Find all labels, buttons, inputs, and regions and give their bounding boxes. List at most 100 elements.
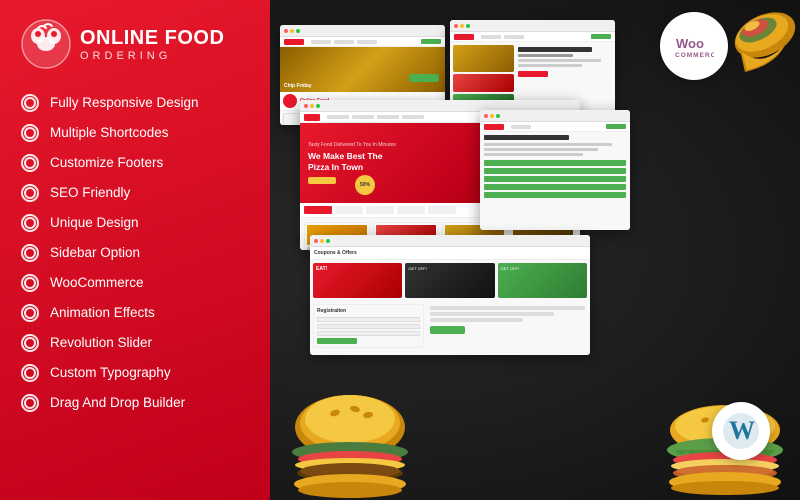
- svg-text:Woo: Woo: [676, 36, 704, 51]
- feature-list: Fully Responsive Design Multiple Shortco…: [20, 88, 250, 418]
- woo-badge: Woo COMMERCE: [660, 12, 728, 80]
- ordering-section: [480, 132, 630, 203]
- feature-icon: [20, 93, 40, 113]
- feature-icon: [20, 303, 40, 323]
- form-submit-btn: [317, 338, 357, 344]
- nav-link: [481, 35, 501, 39]
- hero-headline: We Make Best The Pizza In Town: [308, 151, 403, 173]
- logo-subtitle: ORDERING: [80, 50, 224, 62]
- nav-link: [311, 40, 331, 44]
- svg-text:W: W: [729, 416, 755, 445]
- registration-area: Registration: [310, 301, 590, 351]
- feature-icon: [20, 393, 40, 413]
- nav-link: [357, 40, 377, 44]
- feature-icon: [20, 183, 40, 203]
- list-item: Sidebar Option: [20, 238, 250, 268]
- registration-form: Registration: [313, 304, 424, 348]
- list-item: Custom Typography: [20, 358, 250, 388]
- coupon-green: GET OFF!: [498, 263, 587, 298]
- nav-link: [402, 115, 424, 119]
- burger-food-image: [280, 385, 420, 500]
- list-item: Multiple Shortcodes: [20, 118, 250, 148]
- dot-yellow: [490, 114, 494, 118]
- feature-icon: [20, 153, 40, 173]
- green-bar: [484, 168, 626, 174]
- feature-icon: [20, 213, 40, 233]
- dot-red: [284, 29, 288, 33]
- wp-badge: W: [712, 402, 770, 460]
- form-title: Registration: [317, 308, 420, 314]
- screen-content-coupons: Coupons & Offers EAT! GET OFF! GET OFF!: [310, 247, 590, 355]
- hero-cta: [409, 74, 439, 82]
- nav-logo-mini: [454, 34, 474, 40]
- nav-link: [334, 40, 354, 44]
- text-line: [518, 64, 582, 67]
- green-bar: [484, 192, 626, 198]
- green-bar: [484, 176, 626, 182]
- nav-logo-mini: [484, 124, 504, 130]
- form-field-pass: [317, 331, 420, 336]
- list-item: Revolution Slider: [20, 328, 250, 358]
- green-bar: [484, 160, 626, 166]
- coupons-header: Coupons & Offers: [310, 247, 590, 260]
- dot-green: [496, 114, 500, 118]
- form-field-name: [317, 317, 420, 322]
- feature-icon: [20, 273, 40, 293]
- hero-text: Chip Friday: [284, 83, 312, 89]
- logo-icon: [20, 18, 72, 70]
- food-img: [453, 45, 514, 72]
- dot-yellow: [460, 24, 464, 28]
- nav-logo-mini: [304, 114, 320, 121]
- nav-link: [327, 115, 349, 119]
- hero-text-block: Tasty Food Delivered To You In Minutes W…: [308, 142, 403, 184]
- nav-button: [591, 34, 611, 39]
- heading: [484, 135, 569, 140]
- list-item: SEO Friendly: [20, 178, 250, 208]
- text-line: [518, 47, 591, 52]
- add-btn: [518, 71, 548, 77]
- dot-green: [296, 29, 300, 33]
- svg-text:COMMERCE: COMMERCE: [675, 52, 714, 59]
- screen-content-4: [480, 122, 630, 230]
- screen-header-2: [450, 20, 615, 32]
- action-btn: [430, 326, 465, 334]
- text-line: [484, 148, 598, 151]
- list-item: Unique Design: [20, 208, 250, 238]
- logo-title: Online Food: [80, 27, 224, 49]
- dot-red: [304, 104, 308, 108]
- coupon-dark: GET OFF!: [405, 263, 494, 298]
- screen-card-4: [480, 110, 630, 230]
- hero-image-area: Chip Friday: [280, 47, 445, 92]
- text-line: [518, 59, 601, 62]
- screen-header-5: [310, 235, 590, 247]
- logo-text-block: Online Food ORDERING: [80, 27, 224, 62]
- list-item: WooCommerce: [20, 268, 250, 298]
- cat-tab: [335, 206, 363, 214]
- list-item: Fully Responsive Design: [20, 88, 250, 118]
- dot-red: [454, 24, 458, 28]
- info-area: [428, 304, 587, 348]
- nav-link: [511, 125, 531, 129]
- dot-red: [484, 114, 488, 118]
- nav-button: [606, 124, 626, 129]
- left-panel: Online Food ORDERING Fully Responsive De…: [0, 0, 270, 500]
- food-img: [453, 74, 514, 92]
- coupon-red: EAT!: [313, 263, 402, 298]
- nav-logo-mini: [284, 39, 304, 45]
- cat-tab-active: [304, 206, 332, 214]
- right-area: Woo COMMERCE W: [270, 0, 800, 500]
- nav-link: [504, 35, 524, 39]
- coupon-items-row: EAT! GET OFF! GET OFF!: [310, 260, 590, 301]
- form-field-email: [317, 324, 420, 329]
- nav-button: [421, 39, 441, 44]
- green-bar: [484, 184, 626, 190]
- text-line: [484, 153, 583, 156]
- cat-tab: [428, 206, 456, 214]
- dot-yellow: [310, 104, 314, 108]
- coupon-label: GET OFF!: [405, 263, 494, 274]
- screen-card-coupons: Coupons & Offers EAT! GET OFF! GET OFF!: [310, 235, 590, 355]
- list-item: Drag And Drop Builder: [20, 388, 250, 418]
- feature-icon: [20, 123, 40, 143]
- nav-link: [377, 115, 399, 119]
- cat-icon: [283, 113, 301, 125]
